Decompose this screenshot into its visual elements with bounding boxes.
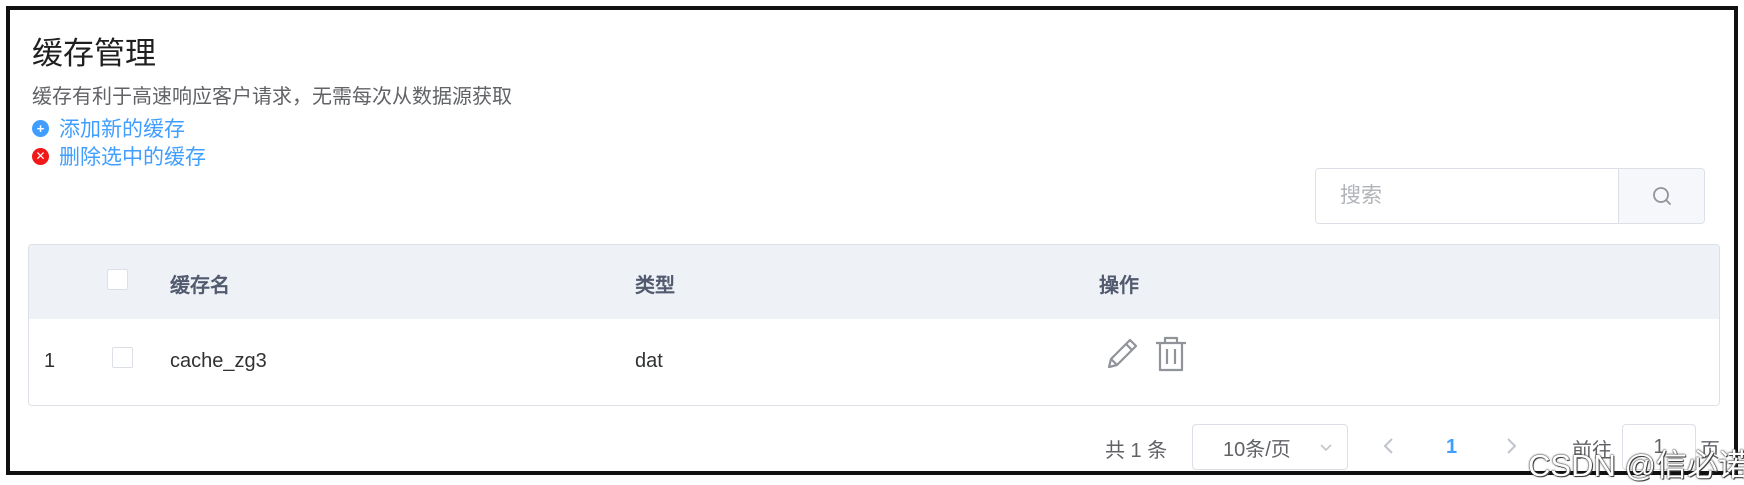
search-icon	[1652, 187, 1671, 205]
page-size-select[interactable]: 10条/页	[1192, 424, 1348, 470]
search-button[interactable]	[1618, 169, 1704, 223]
cache-name-cell: cache_zg3	[170, 350, 267, 372]
add-cache-label: 添加新的缓存	[59, 118, 185, 141]
table-row: 1 cache_zg3 dat	[29, 319, 1719, 405]
trash-icon[interactable]	[1153, 335, 1189, 373]
plus-circle-icon: +	[32, 119, 49, 137]
page-size-value: 10条/页	[1223, 438, 1291, 461]
chevron-left-icon[interactable]	[1382, 436, 1396, 456]
column-header-name: 缓存名	[170, 275, 230, 297]
cache-type-cell: dat	[635, 350, 663, 372]
page-title: 缓存管理	[32, 36, 156, 71]
watermark: CSDN @信必诺	[1528, 448, 1744, 483]
close-circle-icon: ✕	[32, 147, 49, 165]
column-header-actions: 操作	[1099, 275, 1139, 297]
row-checkbox[interactable]	[112, 347, 133, 368]
page-frame: 缓存管理 缓存有利于高速响应客户请求，无需每次从数据源获取 + 添加新的缓存 ✕…	[6, 6, 1744, 483]
row-index: 1	[44, 350, 56, 372]
page-subtitle: 缓存有利于高速响应客户请求，无需每次从数据源获取	[32, 86, 512, 108]
column-header-type: 类型	[635, 275, 675, 297]
add-cache-link[interactable]: + 添加新的缓存	[32, 113, 185, 143]
search-input[interactable]	[1316, 169, 1618, 223]
chevron-down-icon	[1320, 444, 1332, 452]
chevron-right-icon[interactable]	[1504, 436, 1518, 456]
select-all-checkbox[interactable]	[107, 269, 128, 290]
delete-cache-label: 删除选中的缓存	[59, 146, 206, 169]
delete-selected-cache-link[interactable]: ✕ 删除选中的缓存	[32, 141, 206, 171]
cache-table: 缓存名 类型 操作 1 cache_zg3 dat	[28, 244, 1720, 406]
current-page-number[interactable]: 1	[1446, 436, 1457, 459]
pagination-total: 共 1 条	[1105, 440, 1168, 462]
search-box	[1315, 168, 1705, 224]
table-header: 缓存名 类型 操作	[29, 245, 1719, 319]
edit-icon[interactable]	[1103, 335, 1141, 373]
